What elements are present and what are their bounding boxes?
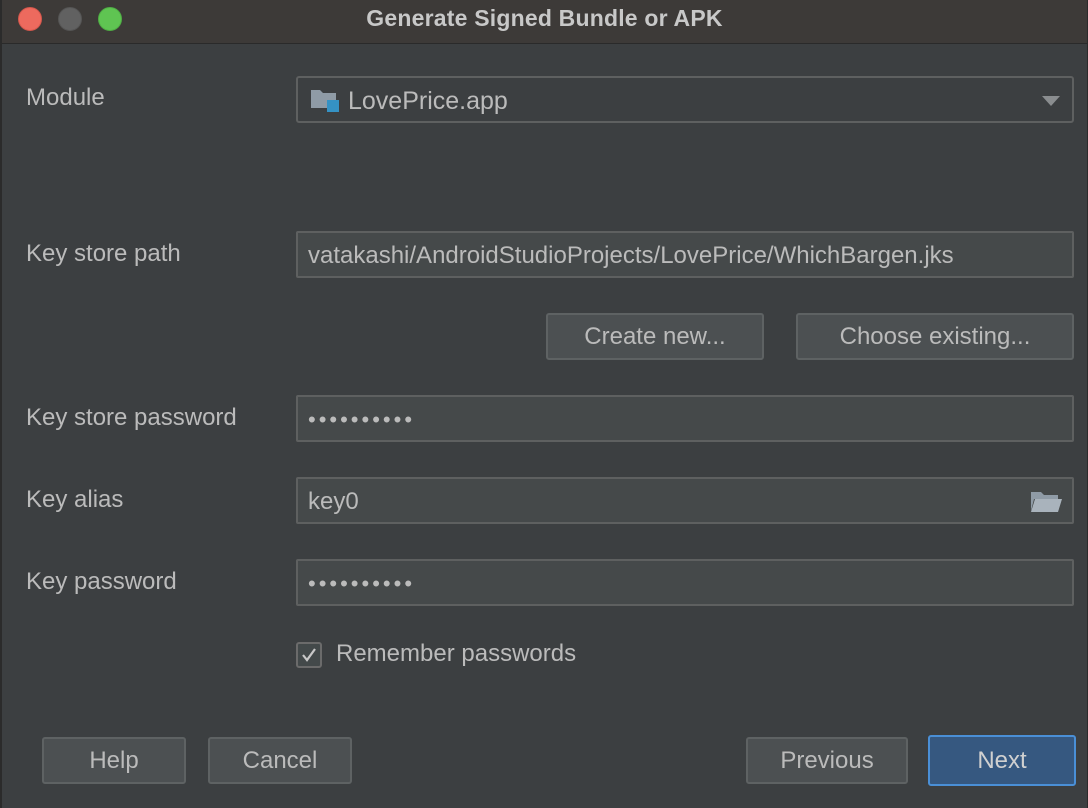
keystore-password-value: •••••••••• <box>308 407 416 432</box>
remember-passwords-checkbox[interactable] <box>296 642 322 668</box>
module-folder-icon <box>311 90 339 112</box>
window-title: Generate Signed Bundle or APK <box>366 5 723 31</box>
title-bar: Generate Signed Bundle or APK <box>2 0 1087 44</box>
keystore-path-label: Key store path <box>26 240 181 267</box>
key-password-field[interactable]: •••••••••• <box>296 559 1074 606</box>
module-dropdown[interactable]: LovePrice.app <box>296 76 1074 123</box>
chevron-down-icon <box>1042 96 1060 106</box>
next-button[interactable]: Next <box>928 735 1076 786</box>
keystore-password-label: Key store password <box>26 404 237 431</box>
choose-existing-button[interactable]: Choose existing... <box>796 313 1074 360</box>
keystore-path-field[interactable]: vatakashi/AndroidStudioProjects/LovePric… <box>296 231 1074 278</box>
dialog-window: Generate Signed Bundle or APK Module Lov… <box>0 0 1088 808</box>
previous-button[interactable]: Previous <box>746 737 908 784</box>
folder-open-icon[interactable] <box>1030 489 1062 513</box>
keystore-password-field[interactable]: •••••••••• <box>296 395 1074 442</box>
module-label: Module <box>26 84 105 111</box>
help-button[interactable]: Help <box>42 737 186 784</box>
keystore-path-value: vatakashi/AndroidStudioProjects/LovePric… <box>308 242 954 269</box>
key-alias-field[interactable]: key0 <box>296 477 1074 524</box>
create-new-button[interactable]: Create new... <box>546 313 764 360</box>
remember-passwords-label: Remember passwords <box>336 640 577 667</box>
module-value: LovePrice.app <box>348 87 508 115</box>
key-alias-value: key0 <box>308 488 359 515</box>
key-password-value: •••••••••• <box>308 571 416 596</box>
cancel-button[interactable]: Cancel <box>208 737 352 784</box>
key-password-label: Key password <box>26 568 177 595</box>
key-alias-label: Key alias <box>26 486 124 513</box>
checkmark-icon <box>302 648 316 662</box>
